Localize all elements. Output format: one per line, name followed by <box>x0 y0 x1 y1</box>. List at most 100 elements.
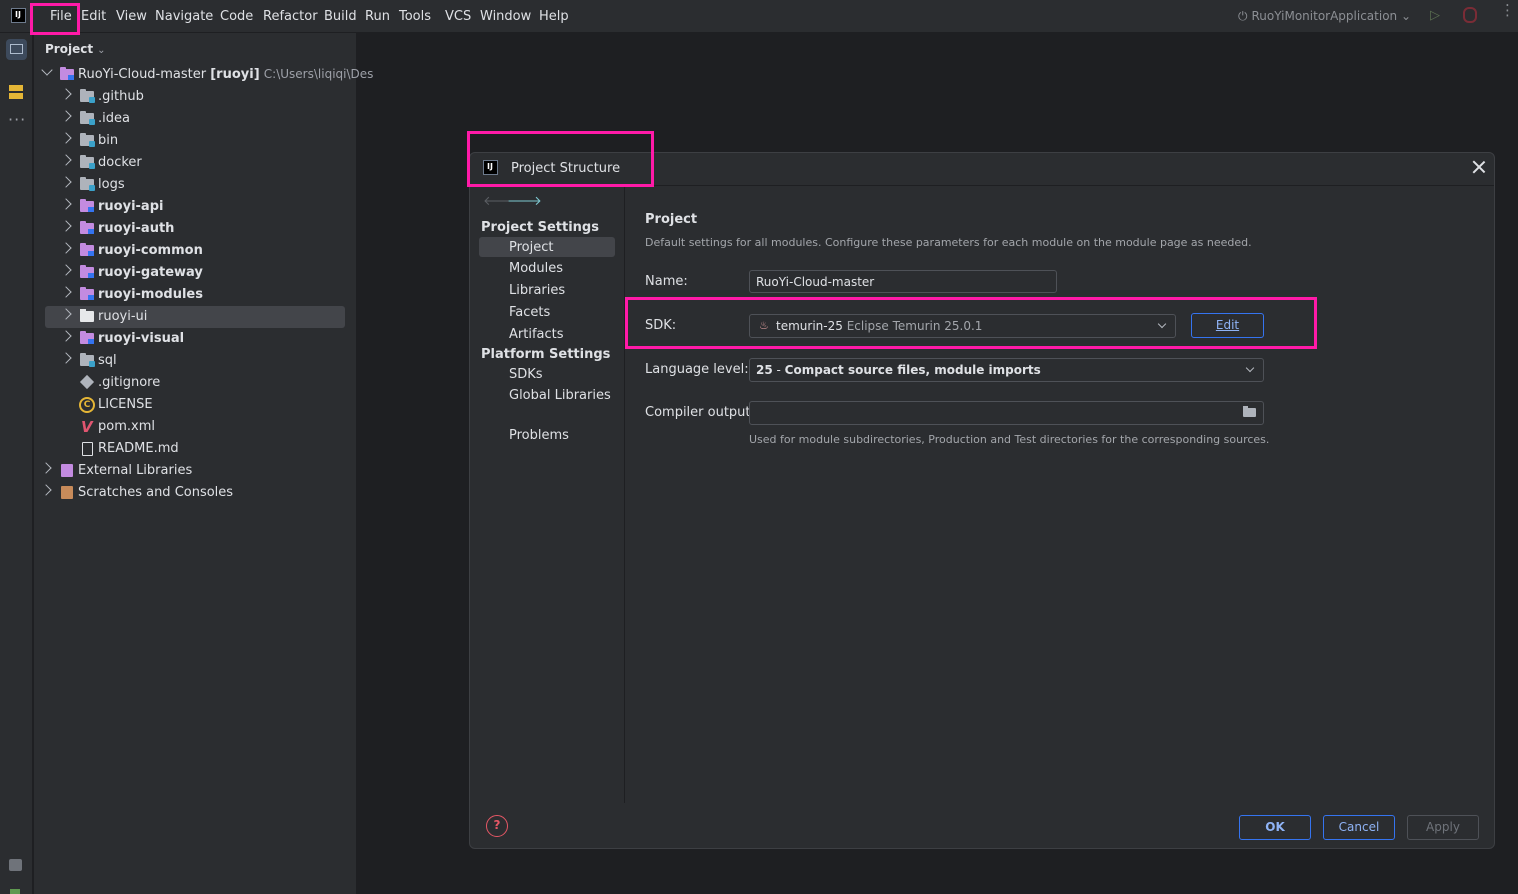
sidebar-item-modules[interactable]: Modules <box>509 261 563 276</box>
language-level-separator: - <box>772 363 785 377</box>
tree-item-ruoyi-common[interactable]: ruoyi-common <box>34 240 357 262</box>
tree-item-ruoyi-visual[interactable]: ruoyi-visual <box>34 328 357 350</box>
module-folder-icon <box>80 221 94 234</box>
intellij-logo-icon[interactable]: IJ <box>11 8 26 23</box>
expand-arrow-icon[interactable] <box>60 154 72 166</box>
sdk-edit-button[interactable]: Edit <box>1191 313 1264 338</box>
module-folder-icon <box>80 331 94 344</box>
browse-folder-icon[interactable] <box>1243 406 1256 417</box>
ok-button[interactable]: OK <box>1239 815 1311 840</box>
dialog-title: Project Structure <box>511 161 621 176</box>
tree-scratches[interactable]: Scratches and Consoles <box>34 482 357 504</box>
expand-arrow-icon[interactable] <box>40 484 52 496</box>
menu-window[interactable]: Window <box>480 9 531 24</box>
tree-item-label: bin <box>98 133 119 148</box>
dialog-header[interactable]: IJ Project Structure <box>470 153 1494 186</box>
sidebar-item-problems[interactable]: Problems <box>509 428 569 443</box>
sdk-select[interactable]: ♨ temurin-25 Eclipse Temurin 25.0.1 <box>749 314 1176 338</box>
run-config-selector[interactable]: ⏻ RuoYiMonitorApplication ⌄ <box>1238 9 1411 24</box>
tree-item-ruoyi-modules[interactable]: ruoyi-modules <box>34 284 357 306</box>
sql-folder-icon <box>80 353 95 367</box>
tree-item-ruoyi-auth[interactable]: ruoyi-auth <box>34 218 357 240</box>
sidebar-item-sdks[interactable]: SDKs <box>509 367 543 382</box>
run-icon[interactable]: ▷ <box>1430 8 1440 23</box>
more-vertical-icon[interactable]: ⋮ <box>1500 3 1515 18</box>
tree-item-ruoyi-api[interactable]: ruoyi-api <box>34 196 357 218</box>
expand-arrow-icon[interactable] <box>60 286 72 298</box>
cancel-button[interactable]: Cancel <box>1323 815 1395 840</box>
expand-arrow-icon[interactable] <box>60 242 72 254</box>
sidebar-item-artifacts[interactable]: Artifacts <box>509 327 564 342</box>
expand-arrow-icon[interactable] <box>60 264 72 276</box>
chevron-down-icon[interactable] <box>1157 319 1167 329</box>
power-icon: ⏻ <box>1238 9 1248 23</box>
menu-build[interactable]: Build <box>324 9 357 24</box>
expand-arrow-icon[interactable] <box>60 132 72 144</box>
tree-item-bin[interactable]: bin <box>34 130 357 152</box>
scratches-icon <box>61 486 73 499</box>
name-input[interactable] <box>749 270 1057 293</box>
forward-arrow-icon[interactable]: 🡒 <box>507 193 542 209</box>
project-panel-title-label: Project <box>45 42 94 56</box>
menu-navigate[interactable]: Navigate <box>155 9 213 24</box>
sidebar-item-facets[interactable]: Facets <box>509 305 550 320</box>
tree-item-label: docker <box>98 155 142 170</box>
plugin-icon[interactable] <box>10 889 20 894</box>
terminal-icon[interactable] <box>9 859 22 871</box>
tree-root[interactable]: RuoYi-Cloud-master [ruoyi] C:\Users\liqi… <box>34 64 373 86</box>
tree-item-docker[interactable]: docker <box>34 152 357 174</box>
sidebar-item-libraries[interactable]: Libraries <box>509 283 565 298</box>
expand-arrow-icon[interactable] <box>60 220 72 232</box>
expand-arrow-icon[interactable] <box>60 308 72 320</box>
debug-icon[interactable] <box>1463 7 1477 23</box>
expand-arrow-icon[interactable] <box>41 64 53 76</box>
tree-item-license[interactable]: C LICENSE <box>34 394 357 416</box>
expand-arrow-icon[interactable] <box>60 352 72 364</box>
tree-item-github[interactable]: .github <box>34 86 357 108</box>
apply-button[interactable]: Apply <box>1407 815 1479 840</box>
expand-arrow-icon[interactable] <box>40 462 52 474</box>
language-level-select[interactable]: 25 - Compact source files, module import… <box>749 358 1264 382</box>
expand-arrow-icon[interactable] <box>60 88 72 100</box>
help-button[interactable]: ? <box>486 815 508 837</box>
expand-arrow-icon[interactable] <box>60 110 72 122</box>
menu-view[interactable]: View <box>116 9 147 24</box>
menu-bar: IJ File Edit View Navigate Code Refactor… <box>0 0 1518 33</box>
tree-item-idea[interactable]: .idea <box>34 108 357 130</box>
project-panel-title[interactable]: Project ⌄ <box>45 42 105 56</box>
menu-refactor[interactable]: Refactor <box>263 9 318 24</box>
menu-run[interactable]: Run <box>365 9 390 24</box>
tree-item-logs[interactable]: logs <box>34 174 357 196</box>
menu-tools[interactable]: Tools <box>399 9 431 24</box>
tree-item-label: .gitignore <box>98 375 161 390</box>
tree-item-ruoyi-gateway[interactable]: ruoyi-gateway <box>34 262 357 284</box>
more-tools-icon[interactable]: ··· <box>8 110 26 129</box>
sidebar-item-global-libraries[interactable]: Global Libraries <box>509 388 611 403</box>
tree-item-pom[interactable]: V pom.xml <box>34 416 357 438</box>
root-name: RuoYi-Cloud-master <box>78 67 207 82</box>
sidebar-item-project[interactable]: Project <box>509 240 553 255</box>
menu-file[interactable]: File <box>50 9 72 24</box>
menu-edit[interactable]: Edit <box>81 9 106 24</box>
github-folder-icon <box>80 89 95 103</box>
library-icon <box>61 464 73 477</box>
tree-item-sql[interactable]: sql <box>34 350 357 372</box>
tree-item-label: logs <box>98 177 125 192</box>
close-icon[interactable] <box>1471 159 1487 175</box>
menu-help[interactable]: Help <box>539 9 569 24</box>
expand-arrow-icon[interactable] <box>60 330 72 342</box>
tree-item-readme[interactable]: README.md <box>34 438 357 460</box>
structure-tool-icon[interactable] <box>9 85 23 99</box>
tree-item-ruoyi-ui[interactable]: ruoyi-ui <box>45 306 345 328</box>
tree-external-libraries[interactable]: External Libraries <box>34 460 357 482</box>
expand-arrow-icon[interactable] <box>60 198 72 210</box>
menu-vcs[interactable]: VCS <box>445 9 471 24</box>
git-icon <box>79 374 95 390</box>
menu-code[interactable]: Code <box>220 9 253 24</box>
compiler-output-input[interactable] <box>749 401 1264 425</box>
project-tool-icon[interactable] <box>6 39 27 60</box>
tree-item-gitignore[interactable]: .gitignore <box>34 372 357 394</box>
tree-item-label: ruoyi-modules <box>98 287 203 302</box>
expand-arrow-icon[interactable] <box>60 176 72 188</box>
chevron-down-icon[interactable] <box>1245 363 1255 373</box>
